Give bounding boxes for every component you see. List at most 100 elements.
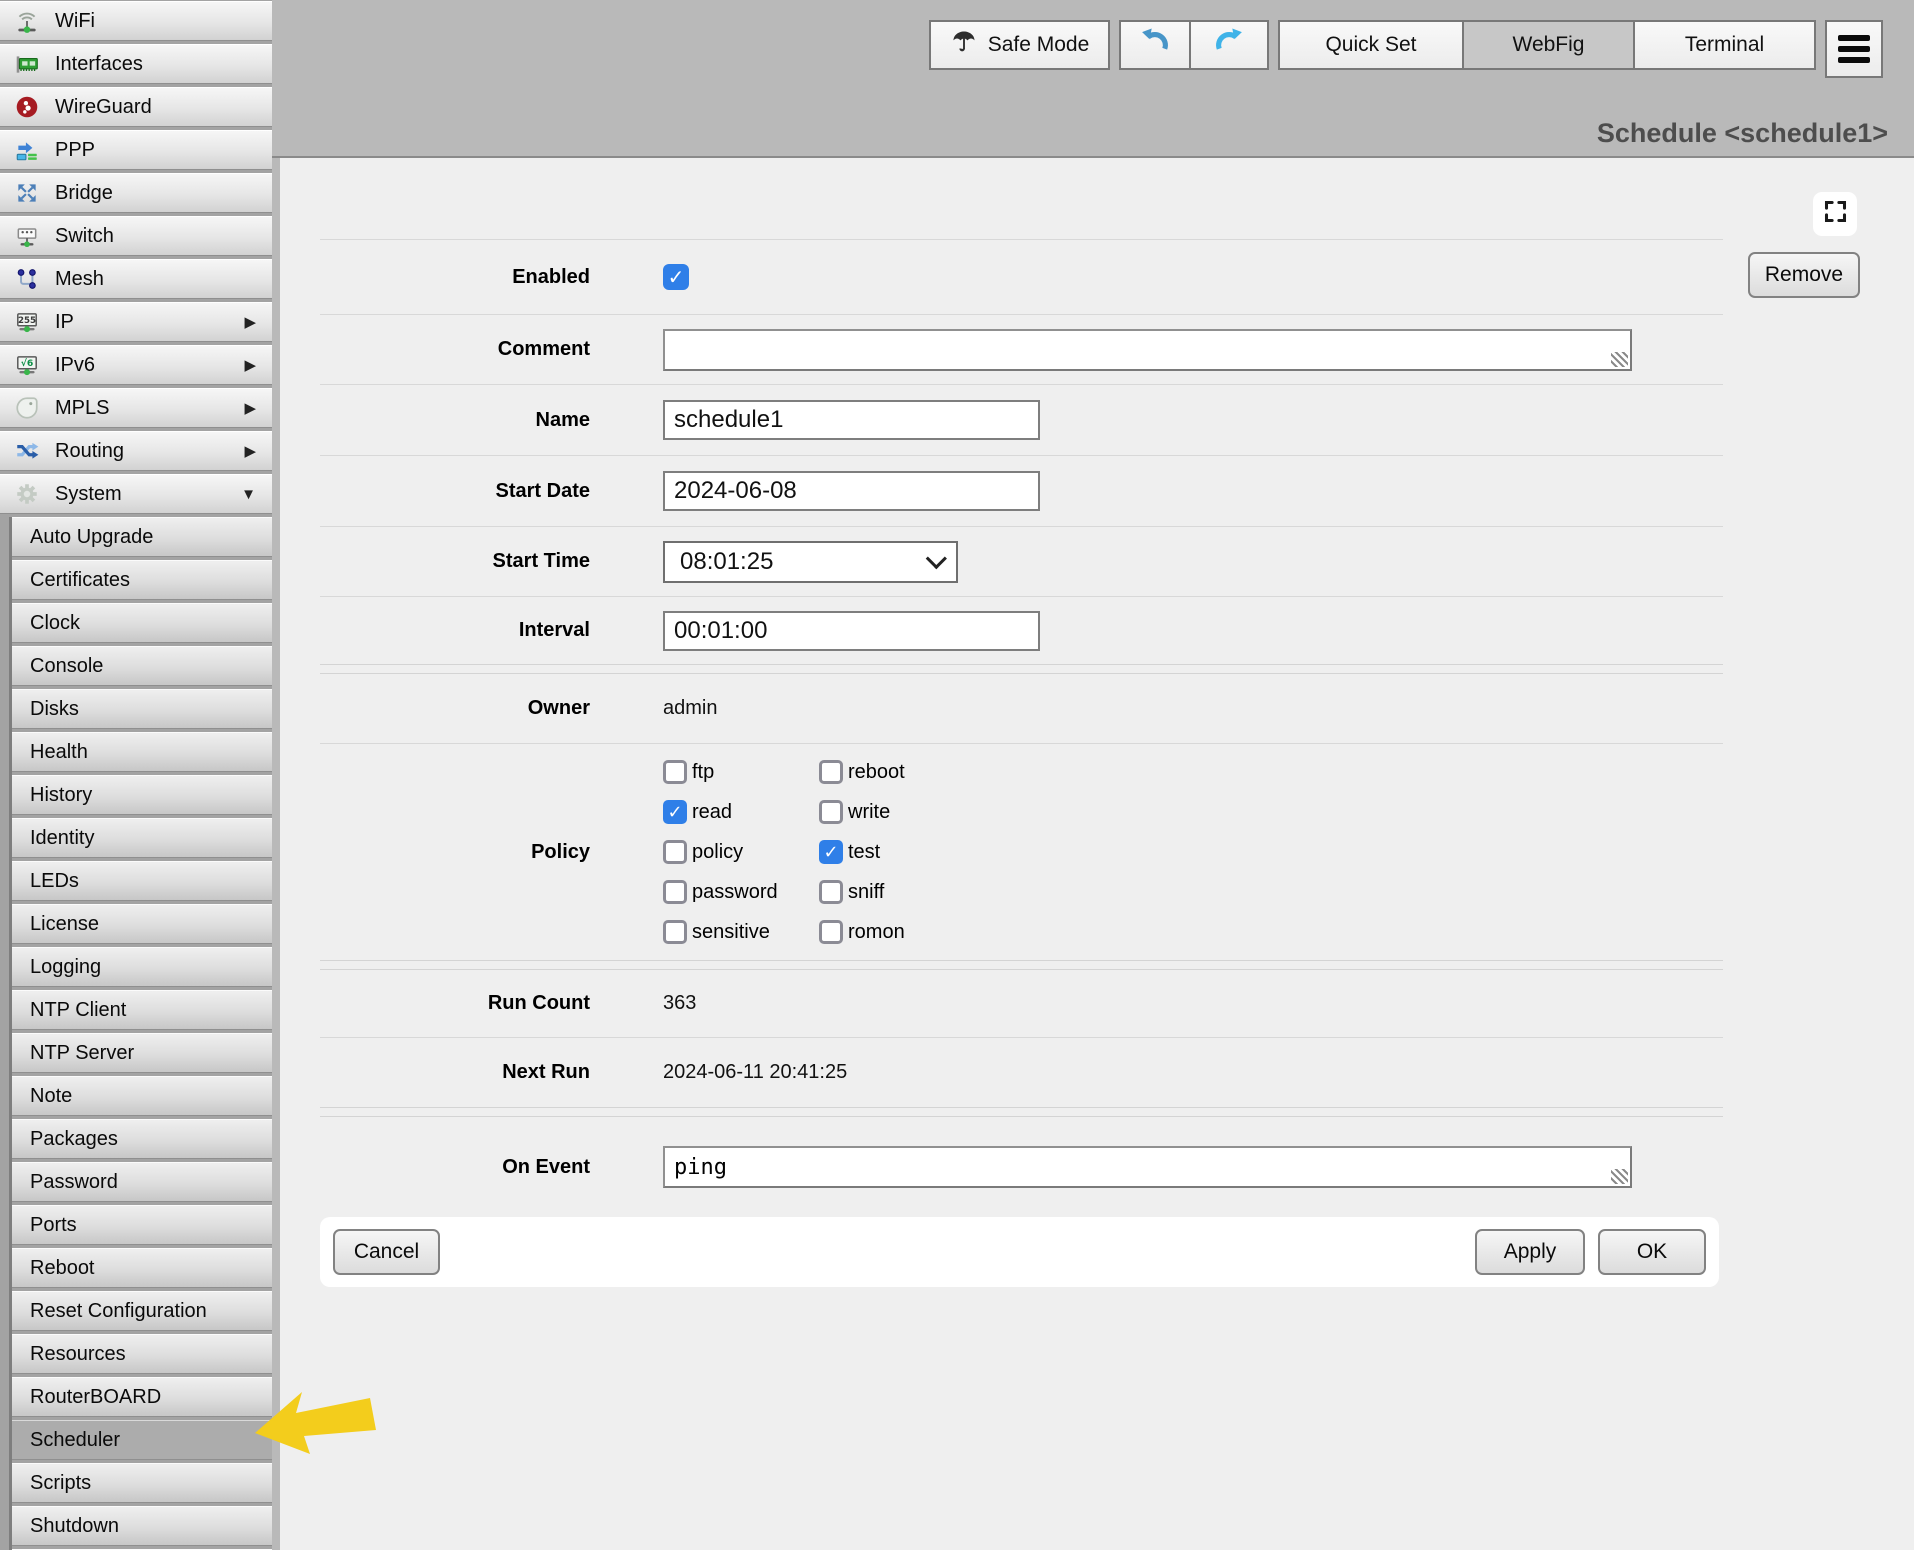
policy-option-romon[interactable]: romon <box>819 920 905 944</box>
undo-button[interactable] <box>1119 20 1191 70</box>
enabled-checkbox[interactable]: ✓ <box>663 264 689 290</box>
chevron-right-icon: ▶ <box>244 356 256 374</box>
remove-button[interactable]: Remove <box>1748 252 1860 298</box>
tab-quick-set[interactable]: Quick Set <box>1278 20 1464 70</box>
policy-option-sensitive[interactable]: sensitive <box>663 920 819 944</box>
sidebar-item-label: WiFi <box>55 10 95 33</box>
read-checkbox[interactable]: ✓ <box>663 800 687 824</box>
sidebar-item-scheduler[interactable]: Scheduler <box>12 1420 272 1460</box>
policy-option-write[interactable]: write <box>819 800 905 824</box>
sidebar-item-logging[interactable]: Logging <box>12 947 272 987</box>
sidebar-item-packages[interactable]: Packages <box>12 1119 272 1159</box>
tab-webfig[interactable]: WebFig <box>1464 20 1635 70</box>
sidebar-item-ports[interactable]: Ports <box>12 1205 272 1245</box>
form-row-enabled: Enabled ✓ <box>320 239 1723 314</box>
sidebar-item-license[interactable]: License <box>12 904 272 944</box>
tab-terminal[interactable]: Terminal <box>1635 20 1816 70</box>
sidebar-item-certificates[interactable]: Certificates <box>12 560 272 600</box>
interval-input[interactable] <box>663 611 1040 651</box>
fullscreen-button[interactable] <box>1813 192 1857 236</box>
ip-icon: 255 <box>12 308 42 336</box>
sidebar-item-label: IPv6 <box>55 354 95 377</box>
sidebar-item-disks[interactable]: Disks <box>12 689 272 729</box>
quick-set-label: Quick Set <box>1325 33 1416 57</box>
sidebar-item-routerboard[interactable]: RouterBOARD <box>12 1377 272 1417</box>
redo-icon <box>1211 24 1247 66</box>
policy-option-test[interactable]: ✓test <box>819 840 905 864</box>
romon-checkbox[interactable] <box>819 920 843 944</box>
write-checkbox[interactable] <box>819 800 843 824</box>
form-row-interval: Interval <box>320 596 1723 664</box>
sidebar-item-bridge[interactable]: Bridge <box>0 173 272 213</box>
policy-option-password[interactable]: password <box>663 880 819 904</box>
sidebar-item-password[interactable]: Password <box>12 1162 272 1202</box>
comment-textarea[interactable] <box>663 329 1632 371</box>
policy-option-ftp[interactable]: ftp <box>663 760 819 784</box>
sidebar-item-ntp-server[interactable]: NTP Server <box>12 1033 272 1073</box>
test-checkbox[interactable]: ✓ <box>819 840 843 864</box>
sidebar-item-label: WireGuard <box>55 96 152 119</box>
sidebar-item-clock[interactable]: Clock <box>12 603 272 643</box>
sidebar-item-identity[interactable]: Identity <box>12 818 272 858</box>
sidebar-item-auto-upgrade[interactable]: Auto Upgrade <box>12 517 272 557</box>
sidebar-item-mpls[interactable]: MPLS▶ <box>0 388 272 428</box>
sidebar-item-label: System <box>55 483 122 506</box>
on-event-textarea[interactable]: ping <box>663 1146 1632 1188</box>
sidebar-item-label: Mesh <box>55 268 104 291</box>
sidebar-item-scripts[interactable]: Scripts <box>12 1463 272 1503</box>
apply-button[interactable]: Apply <box>1475 1229 1585 1275</box>
form-panel: Remove Enabled ✓ Comment Name <box>280 158 1914 1550</box>
sidebar-item-note[interactable]: Note <box>12 1076 272 1116</box>
sidebar: WiFi Interfaces WireGuard PPP BridgeSwitch Me… <box>0 0 272 1550</box>
fullscreen-icon <box>1822 198 1849 230</box>
policy-checkbox[interactable] <box>663 840 687 864</box>
sidebar-item-system[interactable]: System▼ <box>0 474 272 514</box>
sidebar-item-switch[interactable]: Switch <box>0 216 272 256</box>
routing-icon <box>12 437 42 465</box>
sidebar-item-routing[interactable]: Routing▶ <box>0 431 272 471</box>
name-input[interactable] <box>663 400 1040 440</box>
sidebar-item-wifi[interactable]: WiFi <box>0 1 272 41</box>
owner-label: Owner <box>320 697 590 720</box>
sidebar-item-ppp[interactable]: PPP <box>0 130 272 170</box>
sidebar-item-ipv6[interactable]: √6IPv6▶ <box>0 345 272 385</box>
ppp-icon <box>12 136 42 164</box>
sidebar-item-shutdown[interactable]: Shutdown <box>12 1506 272 1546</box>
resize-grip-icon[interactable] <box>1611 1169 1628 1184</box>
section-divider <box>320 1107 1723 1117</box>
safe-mode-button[interactable]: Safe Mode <box>929 20 1110 70</box>
policy-option-label: sniff <box>848 881 884 904</box>
sensitive-checkbox[interactable] <box>663 920 687 944</box>
sidebar-item-history[interactable]: History <box>12 775 272 815</box>
policy-option-reboot[interactable]: reboot <box>819 760 905 784</box>
sidebar-item-label: IP <box>55 311 74 334</box>
sidebar-item-ip[interactable]: 255IP▶ <box>0 302 272 342</box>
sidebar-item-reset-configuration[interactable]: Reset Configuration <box>12 1291 272 1331</box>
on-event-value: ping <box>674 1155 727 1180</box>
policy-option-sniff[interactable]: sniff <box>819 880 905 904</box>
form-row-comment: Comment <box>320 314 1723 384</box>
sidebar-item-label: PPP <box>55 139 95 162</box>
policy-option-read[interactable]: ✓read <box>663 800 819 824</box>
sidebar-item-console[interactable]: Console <box>12 646 272 686</box>
start-time-select[interactable]: 08:01:25 <box>663 541 958 583</box>
start-date-input[interactable] <box>663 471 1040 511</box>
cancel-button[interactable]: Cancel <box>333 1229 440 1275</box>
sidebar-item-ntp-client[interactable]: NTP Client <box>12 990 272 1030</box>
sidebar-item-health[interactable]: Health <box>12 732 272 772</box>
password-checkbox[interactable] <box>663 880 687 904</box>
ftp-checkbox[interactable] <box>663 760 687 784</box>
redo-button[interactable] <box>1191 20 1269 70</box>
sidebar-item-leds[interactable]: LEDs <box>12 861 272 901</box>
hamburger-menu-button[interactable] <box>1825 20 1883 78</box>
sidebar-item-mesh[interactable]: Mesh <box>0 259 272 299</box>
ok-button[interactable]: OK <box>1598 1229 1706 1275</box>
sidebar-item-resources[interactable]: Resources <box>12 1334 272 1374</box>
policy-option-policy[interactable]: policy <box>663 840 819 864</box>
resize-grip-icon[interactable] <box>1611 352 1628 367</box>
reboot-checkbox[interactable] <box>819 760 843 784</box>
sidebar-item-wireguard[interactable]: WireGuard <box>0 87 272 127</box>
sidebar-item-interfaces[interactable]: Interfaces <box>0 44 272 84</box>
sidebar-item-reboot[interactable]: Reboot <box>12 1248 272 1288</box>
sniff-checkbox[interactable] <box>819 880 843 904</box>
